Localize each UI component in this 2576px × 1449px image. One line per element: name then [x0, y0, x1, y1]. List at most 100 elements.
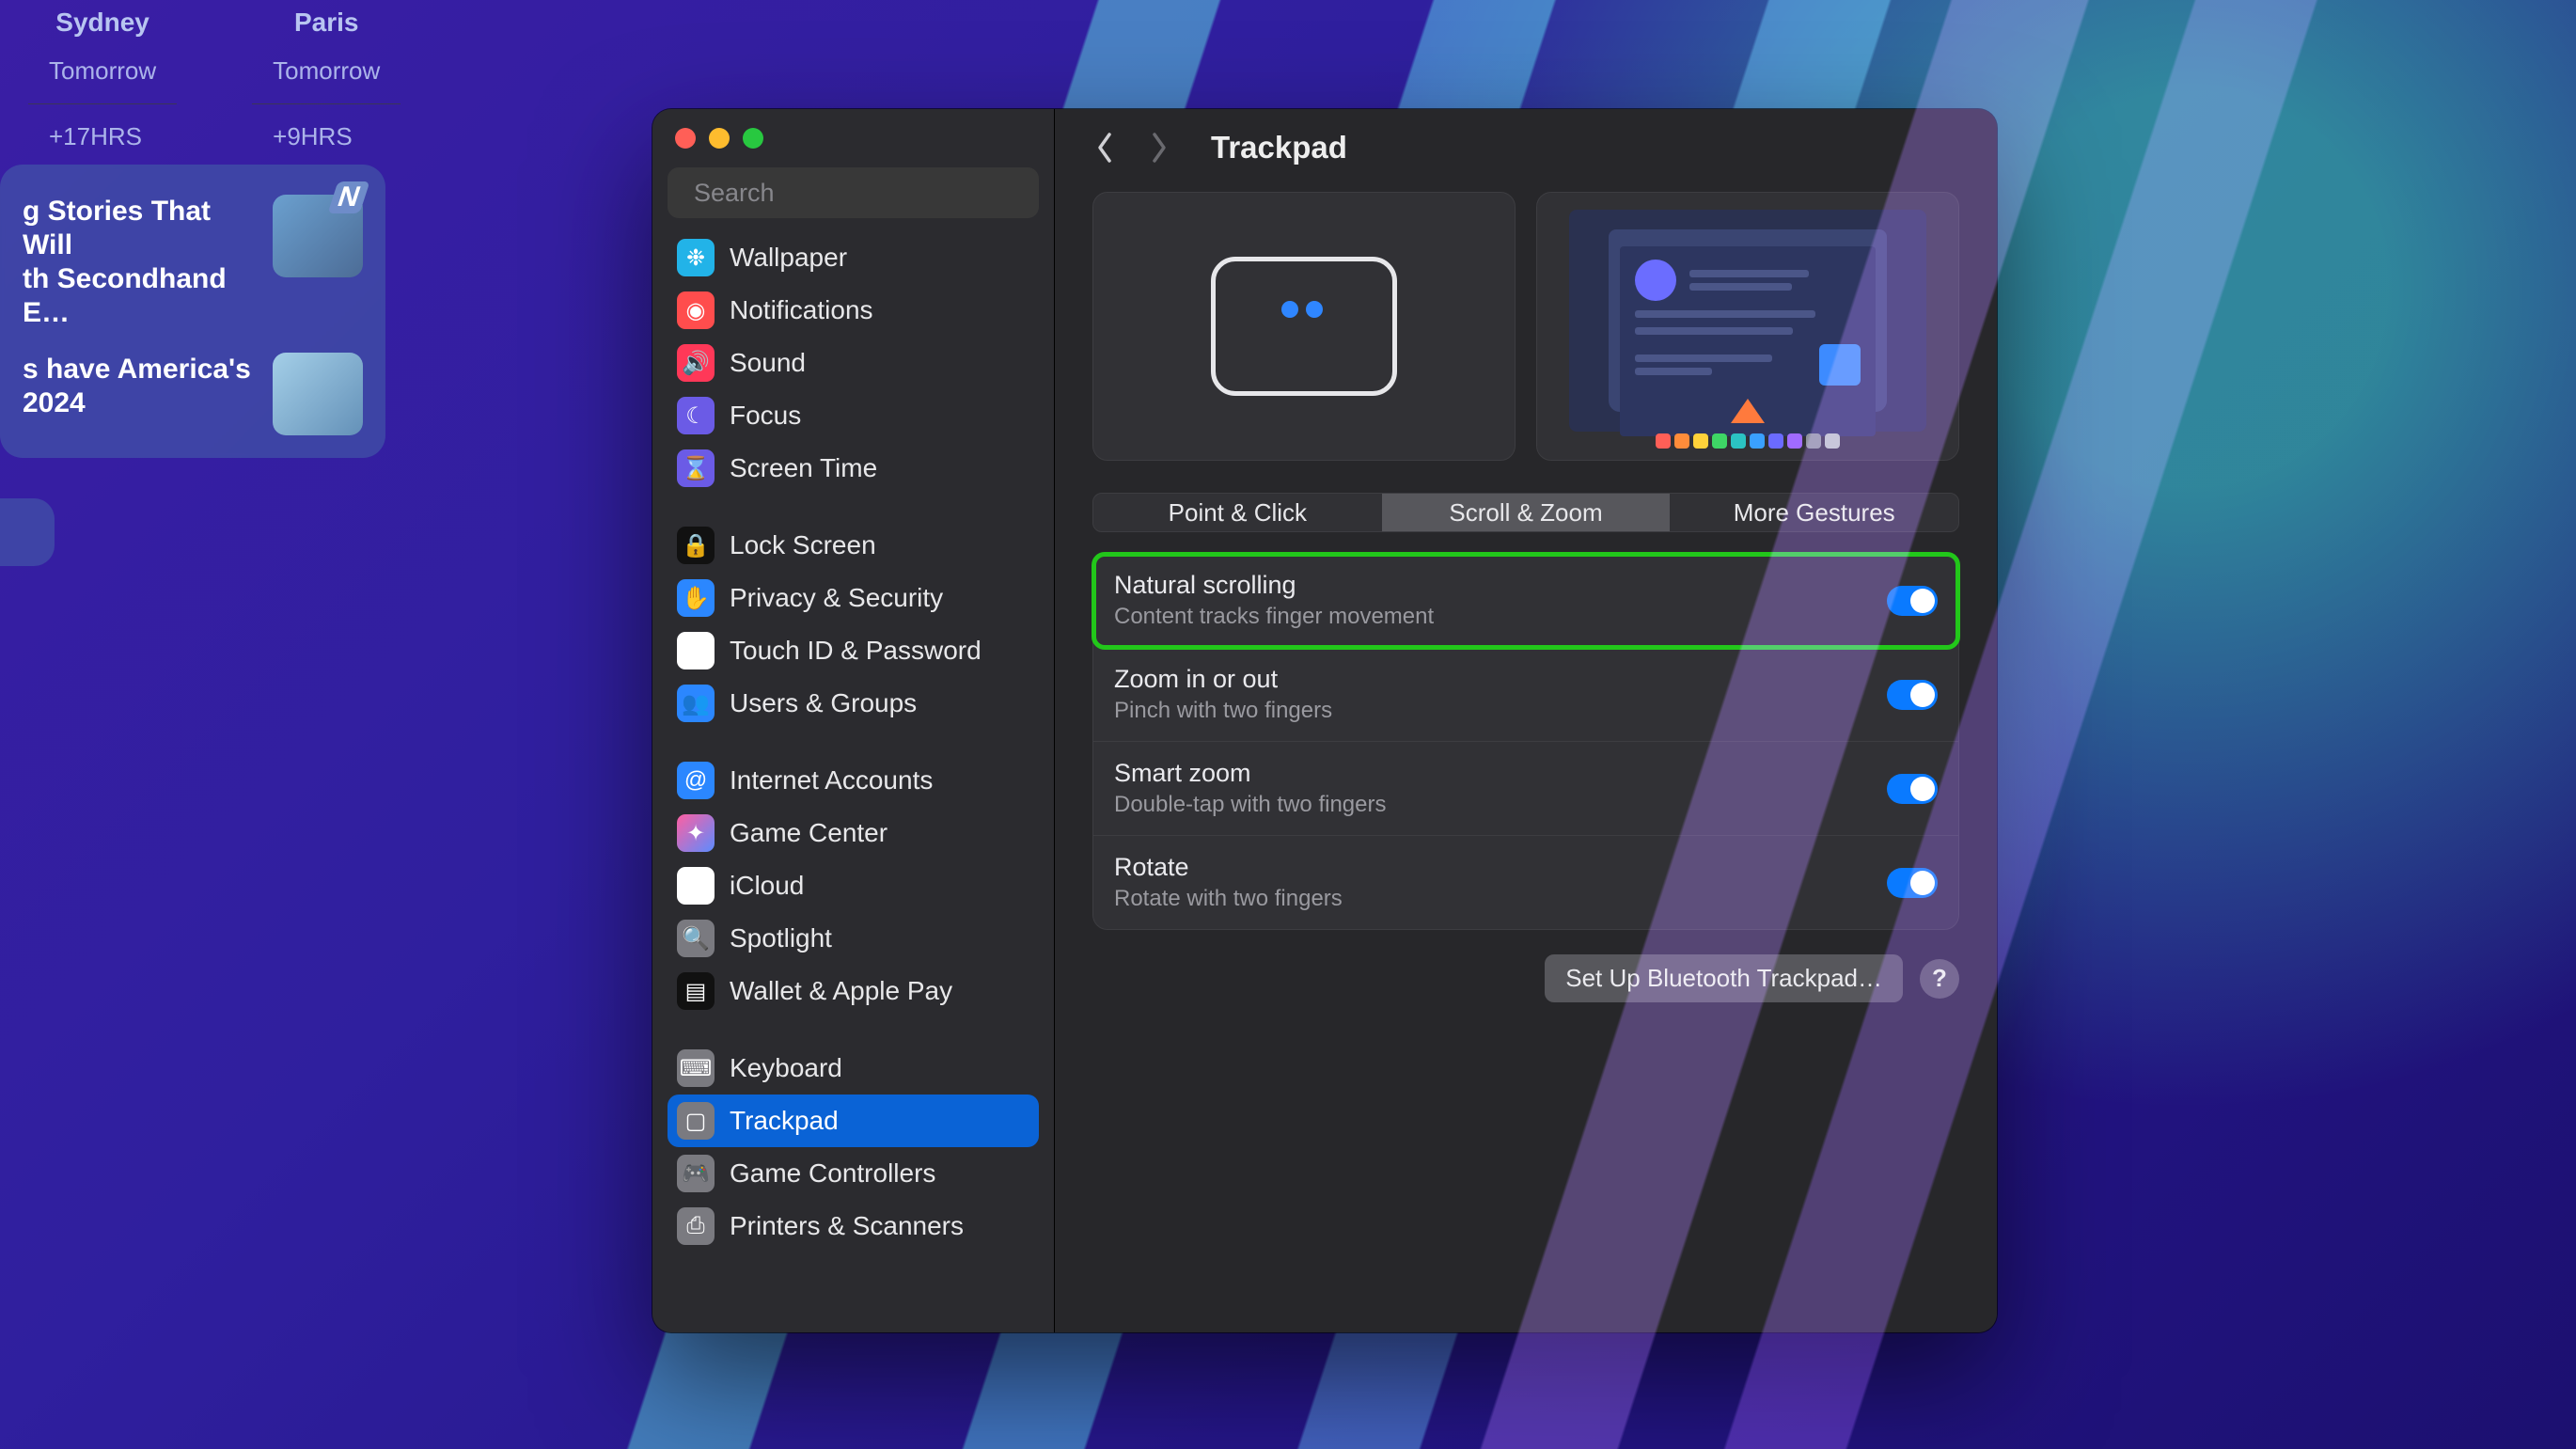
sidebar-item-label: Notifications	[730, 295, 873, 325]
world-clock-city: Sydney	[28, 6, 177, 39]
sidebar-item-label: Printers & Scanners	[730, 1211, 964, 1241]
world-clock-widget: Sydney Tomorrow +17HRS Paris Tomorrow +9…	[0, 0, 429, 181]
demo-window	[1609, 229, 1887, 412]
sidebar-item-label: Internet Accounts	[730, 765, 933, 795]
sidebar-item-spotlight[interactable]: 🔍Spotlight	[668, 912, 1039, 965]
sidebar-item-sound[interactable]: 🔊 Sound	[668, 337, 1039, 389]
lock-screen-icon: 🔒	[677, 527, 715, 564]
toggle-smart-zoom[interactable]	[1887, 774, 1938, 804]
touch-id-password-icon: ◉	[677, 632, 715, 669]
trackpad-gesture-preview	[1092, 192, 1516, 461]
world-clock-offset: +17HRS	[28, 104, 177, 169]
sidebar-item-label: Sound	[730, 348, 806, 378]
toggle-zoom-in-or-out[interactable]	[1887, 680, 1938, 710]
chevron-right-icon	[1148, 131, 1170, 165]
toggle-rotate[interactable]	[1887, 868, 1938, 898]
option-row-smart-zoom: Smart zoom Double-tap with two fingers	[1093, 742, 1958, 836]
world-clock-col: Sydney Tomorrow +17HRS	[28, 6, 177, 168]
settings-content: Trackpad	[1055, 109, 1997, 1332]
sidebar-item-touch-id-password[interactable]: ◉ Touch ID & Password	[668, 624, 1039, 677]
world-clock-city: Paris	[252, 6, 401, 39]
game-center-icon: ✦	[677, 814, 715, 852]
news-thumbnail	[273, 353, 363, 435]
chevron-left-icon	[1093, 131, 1116, 165]
tab-more-gestures[interactable]: More Gestures	[1670, 494, 1958, 531]
internet-accounts-icon: @	[677, 762, 715, 799]
sidebar-item-game-center[interactable]: ✦Game Center	[668, 807, 1039, 859]
sidebar-item-game-controllers[interactable]: 🎮Game Controllers	[668, 1147, 1039, 1200]
sidebar-item-lock-screen[interactable]: 🔒Lock Screen	[668, 519, 1039, 572]
search-input[interactable]	[694, 179, 1027, 208]
sidebar-item-label: Keyboard	[730, 1053, 842, 1083]
sidebar-item-screen-time[interactable]: ⌛Screen Time	[668, 442, 1039, 495]
option-title: Smart zoom	[1114, 759, 1386, 788]
sidebar-item-wallet-apple-pay[interactable]: ▤ Wallet & Apple Pay	[668, 965, 1039, 1017]
scroll-zoom-options: Natural scrolling Content tracks finger m…	[1092, 553, 1959, 930]
option-row-natural-scrolling: Natural scrolling Content tracks finger m…	[1093, 554, 1958, 648]
sidebar-item-label: Trackpad	[730, 1106, 839, 1136]
trackpad-outline-icon	[1211, 257, 1397, 396]
icloud-icon: ☁	[677, 867, 715, 905]
zoom-window-button[interactable]	[743, 128, 763, 149]
option-subtitle: Content tracks finger movement	[1114, 604, 1434, 630]
sidebar-item-label: Touch ID & Password	[730, 636, 982, 666]
news-headline: g Stories That Will th Secondhand E…	[23, 195, 254, 330]
tab-scroll-zoom[interactable]: Scroll & Zoom	[1382, 494, 1671, 531]
minimize-window-button[interactable]	[709, 128, 730, 149]
sidebar-item-label: iCloud	[730, 871, 804, 901]
sidebar-item-label: Users & Groups	[730, 688, 917, 718]
window-controls	[652, 109, 1054, 162]
sidebar-item-label: Privacy & Security	[730, 583, 943, 613]
trackpad-demo-screen	[1536, 192, 1959, 461]
keyboard-icon: ⌨	[677, 1049, 715, 1087]
sidebar-list[interactable]: ❉ Wallpaper ◉ Notifications 🔊 Sound ☾Focus⌛Scr…	[652, 231, 1054, 1332]
demo-dock	[1656, 433, 1840, 449]
sidebar-item-focus[interactable]: ☾Focus	[668, 389, 1039, 442]
world-clock-offset: +9HRS	[252, 104, 401, 169]
content-body: Point & ClickScroll & ZoomMore Gestures …	[1055, 188, 1997, 1332]
close-window-button[interactable]	[675, 128, 696, 149]
forward-button	[1138, 126, 1181, 169]
option-subtitle: Double-tap with two fingers	[1114, 792, 1386, 818]
sidebar-item-privacy-security[interactable]: ✋Privacy & Security	[668, 572, 1039, 624]
trackpad-icon: ▢	[677, 1102, 715, 1140]
content-toolbar: Trackpad	[1055, 109, 1997, 188]
sound-icon: 🔊	[677, 344, 715, 382]
sidebar-item-label: Wallpaper	[730, 243, 847, 273]
wallpaper-icon: ❉	[677, 239, 715, 276]
news-widget[interactable]: N g Stories That Will th Secondhand E… s…	[0, 165, 385, 458]
settings-sidebar: ❉ Wallpaper ◉ Notifications 🔊 Sound ☾Focus⌛Scr…	[652, 109, 1055, 1332]
sidebar-item-label: Wallet & Apple Pay	[730, 976, 952, 1006]
sidebar-item-internet-accounts[interactable]: @ Internet Accounts	[668, 754, 1039, 807]
option-row-zoom-in-or-out: Zoom in or outPinch with two fingers	[1093, 648, 1958, 742]
option-title: Rotate	[1114, 853, 1343, 882]
sidebar-item-label: Screen Time	[730, 453, 877, 483]
back-button[interactable]	[1083, 126, 1126, 169]
setup-bluetooth-trackpad-button[interactable]: Set Up Bluetooth Trackpad…	[1545, 954, 1903, 1002]
help-button[interactable]: ?	[1920, 959, 1959, 999]
option-title: Natural scrolling	[1114, 571, 1434, 600]
sidebar-item-trackpad[interactable]: ▢ Trackpad	[668, 1095, 1039, 1147]
toggle-natural-scrolling[interactable]	[1887, 586, 1938, 616]
world-clock-col: Paris Tomorrow +9HRS	[252, 6, 401, 168]
focus-icon: ☾	[677, 397, 715, 434]
spotlight-icon: 🔍	[677, 920, 715, 957]
sidebar-item-icloud[interactable]: ☁ iCloud	[668, 859, 1039, 912]
sidebar-item-notifications[interactable]: ◉ Notifications	[668, 284, 1039, 337]
sidebar-item-printers-scanners[interactable]: ⎙ Printers & Scanners	[668, 1200, 1039, 1252]
tab-point-click[interactable]: Point & Click	[1093, 494, 1382, 531]
sidebar-search[interactable]	[668, 167, 1039, 218]
sidebar-item-wallpaper[interactable]: ❉ Wallpaper	[668, 231, 1039, 284]
news-app-icon: N	[327, 181, 369, 213]
sidebar-item-users-groups[interactable]: 👥Users & Groups	[668, 677, 1039, 730]
widget-edge	[0, 498, 55, 566]
printers-scanners-icon: ⎙	[677, 1207, 715, 1245]
sidebar-item-keyboard[interactable]: ⌨ Keyboard	[668, 1042, 1039, 1095]
page-title: Trackpad	[1211, 130, 1347, 165]
news-item[interactable]: g Stories That Will th Secondhand E…	[23, 195, 363, 330]
wallet-apple-pay-icon: ▤	[677, 972, 715, 1010]
news-item[interactable]: s have America's 2024	[23, 353, 363, 435]
demo-desktop	[1569, 210, 1926, 432]
notifications-icon: ◉	[677, 291, 715, 329]
world-clock-sub: Tomorrow	[28, 39, 177, 104]
